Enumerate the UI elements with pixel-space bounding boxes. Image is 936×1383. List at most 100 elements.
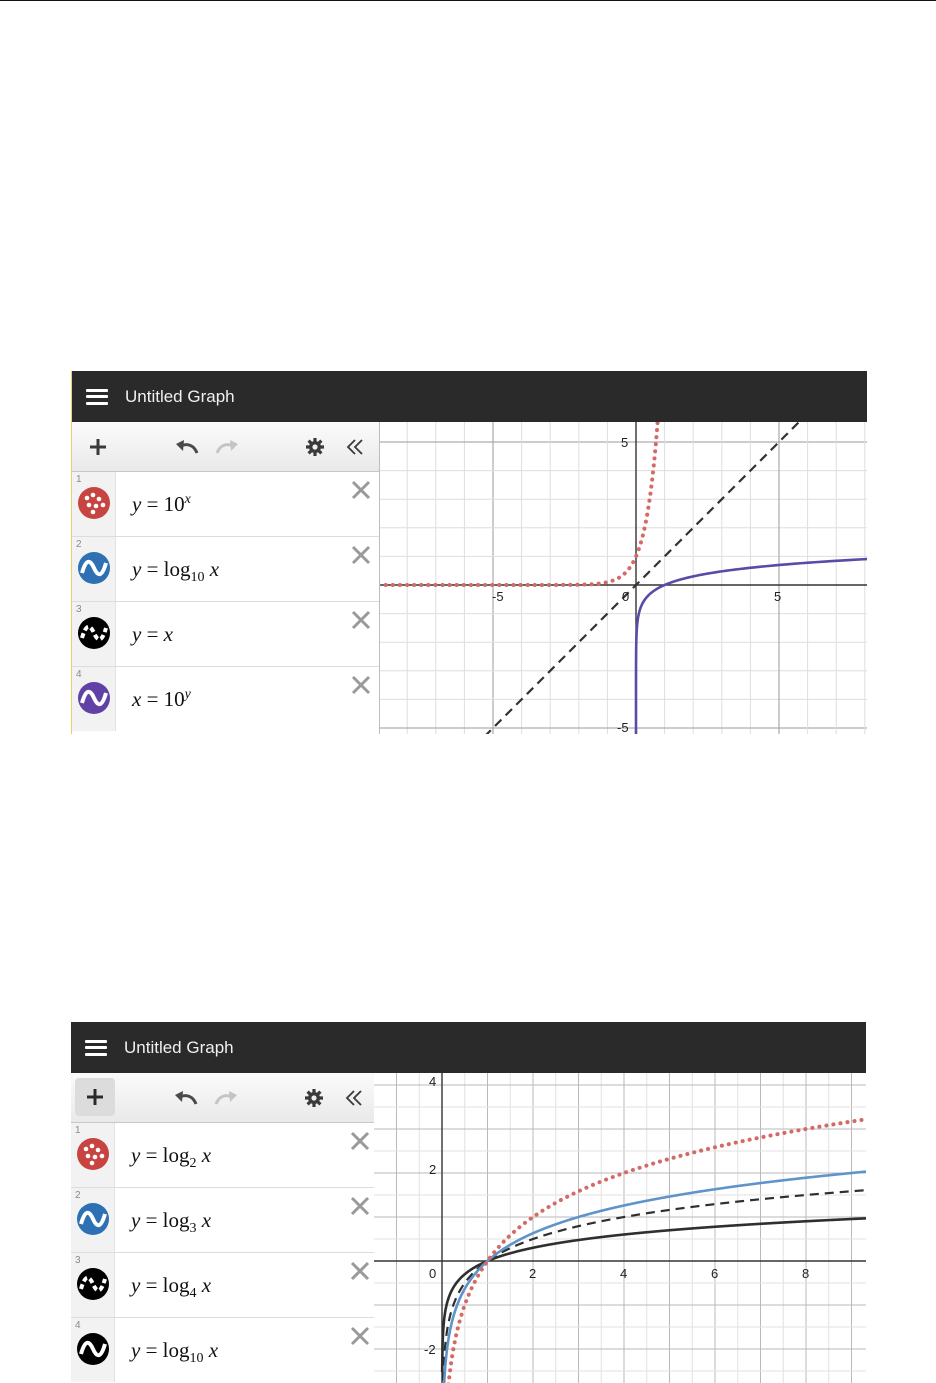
- expression-number: 2: [75, 1190, 81, 1201]
- double-chevron-left-icon: [346, 438, 363, 455]
- hamburger-icon[interactable]: [85, 1039, 107, 1056]
- points-style-icon[interactable]: [77, 486, 111, 520]
- wave-style-icon[interactable]: [77, 551, 111, 585]
- x-tick-label: 2: [529, 1266, 536, 1281]
- close-icon[interactable]: [349, 673, 373, 697]
- expression-math[interactable]: y = 10x: [132, 492, 191, 517]
- undo-icon: [175, 1090, 198, 1105]
- curve-log2: [446, 1117, 866, 1383]
- wave-style-icon[interactable]: [77, 681, 111, 715]
- gear-icon: [306, 437, 324, 456]
- expression-gutter: 3: [71, 1253, 115, 1317]
- expression-number: 3: [75, 1255, 81, 1266]
- expression-math[interactable]: y = x: [132, 622, 173, 647]
- expression-gutter: 4: [71, 1318, 115, 1382]
- expression-math[interactable]: y = log3 x: [131, 1208, 211, 1237]
- y-tick-label: 5: [621, 435, 628, 450]
- y-tick-label: 4: [429, 1074, 436, 1089]
- redo-button[interactable]: [209, 1073, 243, 1122]
- graph-plot-area[interactable]: 0 2 4 6 8 4 2 -2: [374, 1073, 866, 1383]
- gear-icon: [305, 1088, 323, 1107]
- expression-row[interactable]: 2 y = log3 x: [71, 1188, 378, 1253]
- desmos-window-2: Untitled Graph 1 y = log2 x 2 y = log3 x…: [71, 1022, 866, 1383]
- expression-row[interactable]: 1 y = 10x: [72, 472, 379, 537]
- expression-row[interactable]: 2 y = log10 x: [72, 537, 379, 602]
- y-tick-label: -2: [424, 1342, 436, 1357]
- x-tick-label: 4: [620, 1266, 627, 1281]
- expression-gutter: 1: [71, 1123, 115, 1187]
- graph-plot-area[interactable]: -5 0 5 5 -5: [380, 422, 867, 734]
- y-tick-label: 2: [429, 1162, 436, 1177]
- close-icon[interactable]: [348, 1324, 372, 1348]
- wave-style-icon[interactable]: [76, 1332, 110, 1366]
- origin-label: 0: [622, 589, 629, 604]
- plus-icon: [87, 1089, 103, 1105]
- x-tick-label: -5: [492, 589, 504, 604]
- expression-math[interactable]: y = log10 x: [132, 557, 219, 586]
- close-icon[interactable]: [349, 608, 373, 632]
- points-style-icon[interactable]: [76, 1137, 110, 1171]
- expression-toolbar: [71, 1073, 378, 1123]
- x-tick-label: 5: [774, 589, 781, 604]
- settings-button[interactable]: [299, 1073, 329, 1122]
- expression-math[interactable]: y = log10 x: [131, 1338, 218, 1367]
- expression-row[interactable]: 4 y = log10 x: [71, 1318, 378, 1382]
- plus-icon: [90, 438, 106, 455]
- expression-row[interactable]: 3 y = x: [72, 602, 379, 667]
- dashed-style-icon[interactable]: [76, 1267, 110, 1301]
- add-expression-button[interactable]: [78, 422, 118, 471]
- undo-button[interactable]: [169, 1073, 203, 1122]
- expression-number: 4: [76, 669, 82, 680]
- curve-log4: [441, 1189, 866, 1381]
- curve-y-equals-x: [485, 422, 801, 734]
- graph-canvas[interactable]: -5 0 5 5 -5: [380, 422, 867, 734]
- expression-number: 1: [76, 474, 82, 485]
- redo-button[interactable]: [210, 422, 244, 471]
- undo-icon: [176, 439, 199, 454]
- page-top-rule: [0, 0, 936, 1]
- wave-style-icon[interactable]: [76, 1202, 110, 1236]
- close-icon[interactable]: [348, 1259, 372, 1283]
- expression-number: 2: [76, 539, 82, 550]
- curve-y-equals-10-pow-x: [380, 422, 660, 587]
- add-expression-button[interactable]: [75, 1078, 115, 1116]
- collapse-panel-button[interactable]: [340, 422, 370, 471]
- expression-toolbar: [72, 422, 379, 472]
- expression-number: 4: [75, 1320, 81, 1331]
- expression-row[interactable]: 3 y = log4 x: [71, 1253, 378, 1318]
- expression-gutter: 2: [72, 537, 116, 601]
- graph-canvas[interactable]: 0 2 4 6 8 4 2 -2: [374, 1073, 866, 1383]
- close-icon[interactable]: [348, 1129, 372, 1153]
- close-icon[interactable]: [349, 543, 373, 567]
- expression-gutter: 1: [72, 472, 116, 536]
- y-tick-label: -5: [617, 720, 629, 734]
- x-tick-label: 8: [802, 1266, 809, 1281]
- app-header: Untitled Graph: [71, 1022, 866, 1073]
- undo-button[interactable]: [170, 422, 204, 471]
- expression-gutter: 4: [72, 667, 116, 731]
- hamburger-icon[interactable]: [86, 388, 108, 405]
- expression-number: 1: [75, 1125, 81, 1136]
- expression-gutter: 2: [71, 1188, 115, 1252]
- close-icon[interactable]: [348, 1194, 372, 1218]
- expression-row[interactable]: 1 y = log2 x: [71, 1123, 378, 1188]
- app-header: Untitled Graph: [72, 371, 867, 422]
- double-chevron-left-icon: [345, 1089, 362, 1106]
- graph-title[interactable]: Untitled Graph: [124, 1038, 234, 1058]
- expression-panel: 1 y = 10x 2 y = log10 x 3 y = x 4 x = 10…: [72, 422, 380, 734]
- expression-row[interactable]: 4 x = 10y: [72, 667, 379, 731]
- graph-title[interactable]: Untitled Graph: [125, 387, 235, 407]
- expression-gutter: 3: [72, 602, 116, 666]
- dashed-style-icon[interactable]: [77, 616, 111, 650]
- expression-math[interactable]: y = log2 x: [131, 1143, 211, 1172]
- expression-number: 3: [76, 604, 82, 615]
- close-icon[interactable]: [349, 478, 373, 502]
- collapse-panel-button[interactable]: [339, 1073, 369, 1122]
- expression-panel: 1 y = log2 x 2 y = log3 x 3 y = log4 x 4…: [71, 1073, 379, 1383]
- origin-label: 0: [429, 1266, 436, 1281]
- expression-math[interactable]: y = log4 x: [131, 1273, 211, 1302]
- settings-button[interactable]: [300, 422, 330, 471]
- redo-icon: [215, 439, 238, 454]
- expression-math[interactable]: x = 10y: [132, 687, 191, 712]
- x-tick-label: 6: [711, 1266, 718, 1281]
